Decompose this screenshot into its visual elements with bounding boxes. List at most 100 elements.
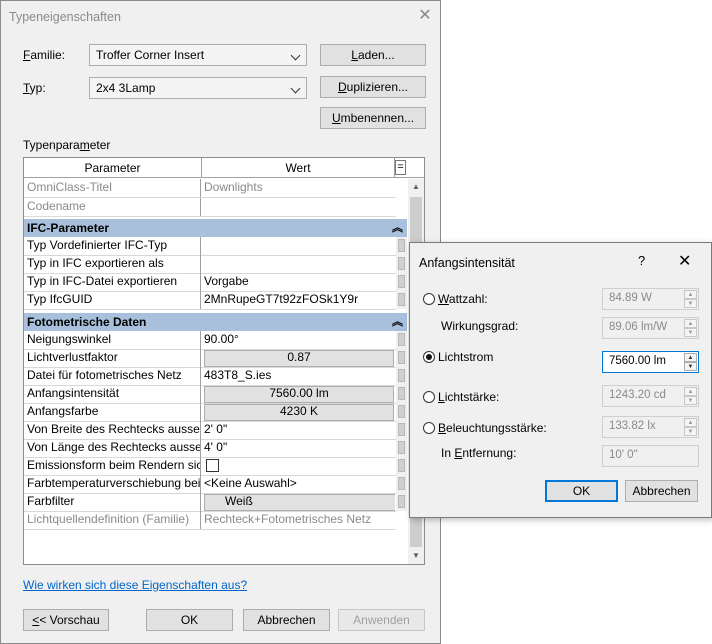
table-row[interactable]: Farbfilter Weiß bbox=[24, 493, 396, 512]
spin-up-icon[interactable]: ▲ bbox=[684, 353, 697, 362]
spin-down-icon[interactable]: ▼ bbox=[684, 427, 697, 436]
row-grip bbox=[396, 349, 407, 367]
row-grip bbox=[396, 439, 407, 457]
farbfilter-button[interactable]: Weiß bbox=[204, 494, 395, 511]
table-row[interactable]: Typ IfcGUID 2MnRupeGT7t92zFOSk1Y9r bbox=[24, 291, 396, 310]
spin-up-icon[interactable]: ▲ bbox=[684, 319, 697, 328]
table-row[interactable]: Von Länge des Rechtecks aussen 4' 0" bbox=[24, 439, 396, 458]
param-name: Lichtverlustfaktor bbox=[24, 349, 201, 367]
collapse-all-button[interactable]: = bbox=[395, 160, 406, 175]
row-grip bbox=[396, 457, 407, 475]
group-header-ifc[interactable]: IFC-Parameter ︽ bbox=[24, 219, 407, 237]
beleuchtungsstaerke-label: Beleuchtungsstärke: bbox=[438, 421, 547, 435]
row-grip bbox=[396, 421, 407, 439]
chevron-down-icon bbox=[290, 50, 301, 61]
familie-dropdown[interactable]: Troffer Corner Insert bbox=[89, 44, 307, 66]
param-value-cell: Weiß bbox=[202, 493, 395, 511]
preview-button[interactable]: << Vorschau bbox=[23, 609, 109, 631]
param-value[interactable]: Vorgabe bbox=[202, 273, 395, 291]
table-row[interactable]: Typ in IFC-Datei exportieren Vorgabe bbox=[24, 273, 396, 292]
group-header-fotometrische-daten[interactable]: Fotometrische Daten ︽ bbox=[24, 313, 407, 331]
table-row[interactable]: OmniClass-Titel Downlights bbox=[24, 179, 396, 198]
duplicate-button[interactable]: Duplizieren... bbox=[320, 76, 426, 98]
param-value[interactable] bbox=[202, 237, 395, 255]
spin-down-icon[interactable]: ▼ bbox=[684, 299, 697, 308]
anfangsfarbe-button[interactable]: 4230 K bbox=[204, 404, 394, 421]
help-link[interactable]: Wie wirken sich diese Eigenschaften aus? bbox=[23, 578, 247, 592]
param-name: Von Breite des Rechtecks ausse bbox=[24, 421, 201, 439]
row-grip bbox=[396, 273, 407, 291]
beleuchtungsstaerke-radio[interactable] bbox=[423, 422, 435, 434]
popup-cancel-button[interactable]: Abbrechen bbox=[625, 480, 698, 502]
param-name: Farbtemperaturverschiebung bei bbox=[24, 475, 201, 493]
table-row[interactable]: Emissionsform beim Rendern sic bbox=[24, 457, 396, 476]
popup-ok-button[interactable]: OK bbox=[545, 480, 618, 502]
close-icon[interactable]: ✕ bbox=[415, 7, 435, 27]
emission-checkbox[interactable] bbox=[206, 459, 219, 472]
table-row[interactable]: Typ Vordefinierter IFC-Typ bbox=[24, 237, 396, 256]
anfangsintensitaet-button[interactable]: 7560.00 lm bbox=[204, 386, 394, 403]
spin-up-icon[interactable]: ▲ bbox=[684, 418, 697, 427]
row-grip bbox=[396, 291, 407, 309]
table-row[interactable]: Anfangsfarbe 4230 K bbox=[24, 403, 396, 422]
entfernung-input[interactable]: 10' 0" bbox=[602, 445, 699, 467]
table-row[interactable]: Typ in IFC exportieren als bbox=[24, 255, 396, 274]
lichtstaerke-value: 1243.20 cd bbox=[609, 389, 666, 401]
lichtstrom-input[interactable]: 7560.00 lm ▲ ▼ bbox=[602, 351, 699, 373]
spin-up-icon[interactable]: ▲ bbox=[684, 387, 697, 396]
wattzahl-input[interactable]: 84.89 W ▲ ▼ bbox=[602, 288, 699, 310]
wirkungsgrad-input[interactable]: 89.06 lm/W ▲ ▼ bbox=[602, 317, 699, 339]
param-name: Emissionsform beim Rendern sic bbox=[24, 457, 201, 475]
row-grip bbox=[396, 237, 407, 255]
lichtstrom-radio[interactable] bbox=[423, 351, 435, 363]
ok-button[interactable]: OK bbox=[146, 609, 233, 631]
param-value[interactable]: 2MnRupeGT7t92zFOSk1Y9r bbox=[202, 291, 395, 309]
lichtverlustfaktor-button[interactable]: 0.87 bbox=[204, 350, 394, 367]
param-value: Rechteck+Fotometrisches Netz bbox=[204, 512, 372, 526]
table-row[interactable]: Lichtverlustfaktor 0.87 bbox=[24, 349, 396, 368]
column-header-wert[interactable]: Wert bbox=[202, 158, 395, 178]
group-title: Fotometrische Daten bbox=[27, 315, 147, 329]
wirkungsgrad-value: 89.06 lm/W bbox=[609, 321, 668, 333]
scroll-down-icon[interactable]: ▼ bbox=[408, 548, 424, 564]
table-row[interactable]: Datei für fotometrisches Netz 483T8_S.ie… bbox=[24, 367, 396, 386]
param-value[interactable]: <Keine Auswahl> bbox=[202, 475, 395, 493]
table-row[interactable]: Lichtquellendefinition (Familie) Rechtec… bbox=[24, 511, 396, 530]
typ-dropdown[interactable]: 2x4 3Lamp bbox=[89, 77, 307, 99]
table-row[interactable]: Anfangsintensität 7560.00 lm bbox=[24, 385, 396, 404]
column-header-parameter[interactable]: Parameter bbox=[24, 158, 202, 178]
param-value[interactable]: 90.00° bbox=[202, 331, 395, 349]
collapse-icon[interactable]: ︽ bbox=[392, 313, 403, 329]
cancel-button[interactable]: Abbrechen bbox=[243, 609, 330, 631]
load-button[interactable]: Laden... bbox=[320, 44, 426, 66]
param-name: Anfangsfarbe bbox=[24, 403, 201, 421]
scroll-up-icon[interactable]: ▲ bbox=[408, 179, 424, 195]
lichtstaerke-input[interactable]: 1243.20 cd ▲ ▼ bbox=[602, 385, 699, 407]
table-row[interactable]: Neigungswinkel 90.00° bbox=[24, 331, 396, 350]
spin-up-icon[interactable]: ▲ bbox=[684, 290, 697, 299]
spin-down-icon[interactable]: ▼ bbox=[684, 362, 697, 371]
table-row[interactable]: Codename bbox=[24, 198, 396, 217]
apply-button[interactable]: Anwenden bbox=[338, 609, 425, 631]
wattzahl-radio[interactable] bbox=[423, 293, 435, 305]
param-value[interactable]: 4' 0" bbox=[202, 439, 395, 457]
familie-value: Troffer Corner Insert bbox=[96, 48, 205, 62]
param-value[interactable]: 483T8_S.ies bbox=[202, 367, 395, 385]
help-icon[interactable]: ? bbox=[638, 253, 645, 268]
param-name: Neigungswinkel bbox=[24, 331, 201, 349]
beleuchtungsstaerke-input[interactable]: 133.82 lx ▲ ▼ bbox=[602, 416, 699, 438]
lichtstaerke-radio[interactable] bbox=[423, 391, 435, 403]
spin-down-icon[interactable]: ▼ bbox=[684, 328, 697, 337]
table-row[interactable]: Von Breite des Rechtecks ausse 2' 0" bbox=[24, 421, 396, 440]
close-icon[interactable]: ✕ bbox=[678, 251, 691, 271]
collapse-icon[interactable]: ︽ bbox=[392, 219, 403, 235]
wattzahl-label: Wattzahl: bbox=[438, 292, 488, 306]
table-row[interactable]: Farbtemperaturverschiebung bei <Keine Au… bbox=[24, 475, 396, 494]
param-value[interactable] bbox=[202, 255, 395, 273]
lichtstrom-value: 7560.00 lm bbox=[609, 355, 666, 367]
rename-button[interactable]: Umbenennen... bbox=[320, 107, 426, 129]
param-value[interactable]: 2' 0" bbox=[202, 421, 395, 439]
spin-down-icon[interactable]: ▼ bbox=[684, 396, 697, 405]
chevron-down-icon bbox=[290, 83, 301, 94]
param-name: Typ Vordefinierter IFC-Typ bbox=[24, 237, 201, 255]
